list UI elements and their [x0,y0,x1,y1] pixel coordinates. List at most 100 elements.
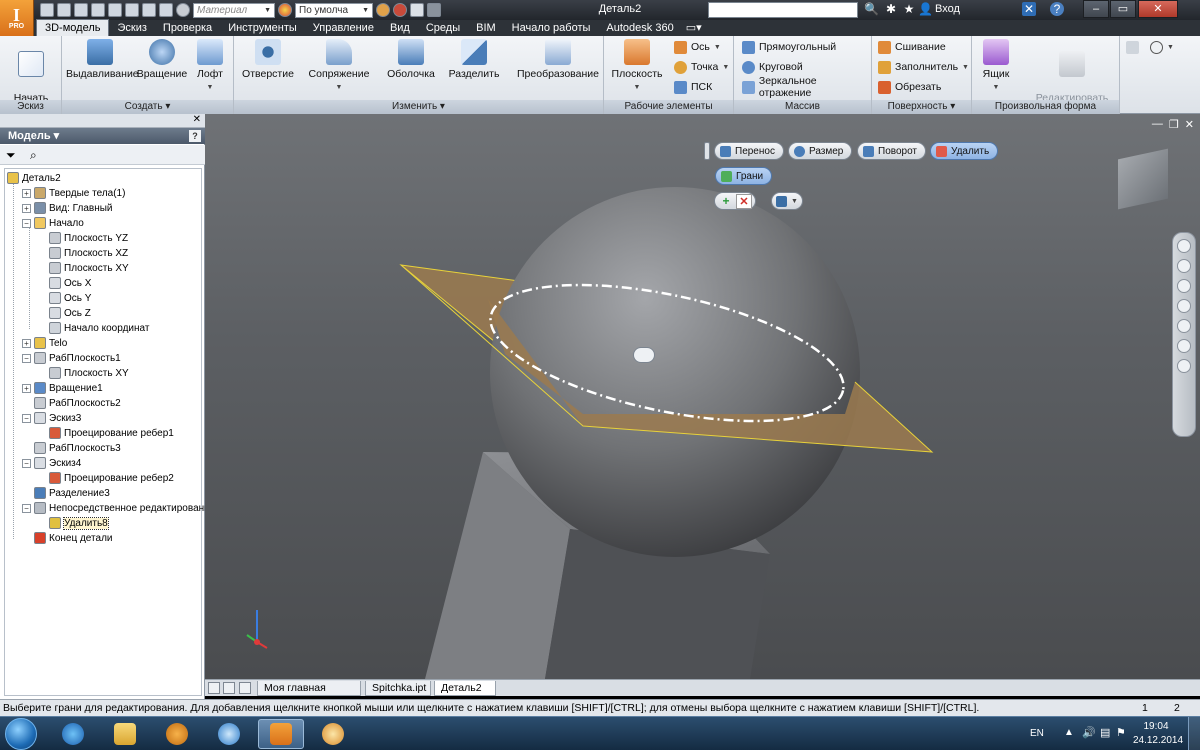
cascade-icon[interactable] [223,682,235,694]
viewcube[interactable] [1118,148,1168,210]
network-icon[interactable]: ▤ [1100,726,1110,739]
previous-view-icon[interactable] [1177,359,1191,373]
zoom-icon[interactable] [1177,279,1191,293]
tree-node[interactable]: + Telo [22,336,67,350]
rect-pattern-button[interactable]: Прямоугольный [742,39,836,55]
redo-icon[interactable] [108,3,122,17]
tools-icon[interactable]: ✱ [884,2,898,16]
help-icon[interactable]: ? [189,130,201,142]
zoom-window-icon[interactable] [1177,339,1191,353]
tab-bim[interactable]: BIM [468,20,504,36]
tree-node[interactable]: + Твердые тела(1) [22,186,125,200]
plane-button[interactable]: Плоскость ▼ [608,39,666,94]
tree-node[interactable]: Плоскость YZ [37,231,128,245]
tree-node[interactable]: Ось Z [37,306,91,320]
revolve-button[interactable]: Вращение [136,39,188,80]
ucs-button[interactable]: ПСК [674,79,712,95]
open-icon[interactable] [57,3,71,17]
tab-3d-model[interactable]: 3D-модель [36,19,110,36]
split-button[interactable]: Разделить [446,39,502,80]
options-menu-button[interactable]: ▼ [771,192,803,210]
tree-expander-icon[interactable]: − [22,413,31,423]
fx-icon[interactable] [410,3,424,17]
taskbar-inventor[interactable] [258,719,304,749]
hole-button[interactable]: Отверстие [240,39,296,80]
binoculars-icon[interactable]: ⌕ [30,148,37,163]
tree-node[interactable]: − РабПлоскость1 [22,351,121,365]
clear-appearance-icon[interactable] [376,3,390,17]
tree-node[interactable]: Плоскость XY [37,261,129,275]
stitch-button[interactable]: Сшивание [878,39,946,55]
shell-button[interactable]: Оболочка [382,39,440,80]
material-icon[interactable] [176,3,190,17]
browser-title[interactable]: Модель ▾ ? [0,128,205,144]
help-search-input[interactable] [708,2,858,18]
fillet-button[interactable]: Сопряжение ▼ [306,39,372,94]
tab-sketch[interactable]: Эскиз [109,20,154,36]
taskbar-ie[interactable] [50,719,96,749]
tree-node[interactable]: Начало координат [37,321,149,335]
tab-manage[interactable]: Управление [305,20,382,36]
tree-expander-icon[interactable]: − [22,458,31,468]
tree-node[interactable]: Плоскость XY [37,366,129,380]
tree-expander-icon[interactable]: + [22,188,31,198]
tree-expander-icon[interactable]: − [22,503,31,513]
tab-tools[interactable]: Инструменты [220,20,305,36]
help-icon[interactable]: ? [1050,2,1064,16]
clock-time[interactable]: 19:04 [1136,721,1176,732]
exchange-icon[interactable]: ✕ [1022,2,1036,16]
binoculars-icon[interactable]: 🔍 [864,2,879,16]
taskbar-paint[interactable] [310,719,356,749]
transform-button[interactable]: Преобразование [516,39,600,80]
delete-button[interactable]: Удалить [930,142,999,160]
taskbar-browser[interactable] [206,719,252,749]
favorites-icon[interactable]: ★ [902,2,916,16]
tab-get-started[interactable]: Начало работы [504,20,599,36]
ribbon-minimize-icon[interactable]: ▭▾ [682,20,706,36]
box-button[interactable]: Ящик ▼ [978,39,1014,94]
adjust-icon[interactable] [393,3,407,17]
tree-node[interactable]: Проецирование ребер2 [37,471,174,485]
mirror-button[interactable]: Зеркальное отражение [742,75,871,99]
tree-node[interactable]: Деталь2 [7,171,61,185]
tree-node[interactable]: + Вращение1 [22,381,103,395]
volume-icon[interactable]: 🔊 [1082,726,1096,739]
tree-node[interactable]: − Эскиз4 [22,456,81,470]
tree-expander-icon[interactable]: + [22,338,31,348]
taskbar-media-player[interactable] [154,719,200,749]
tree-expander-icon[interactable]: + [22,203,31,213]
faces-button[interactable]: Грани [715,167,773,185]
size-button[interactable]: Размер [788,142,853,160]
tree-node[interactable]: Конец детали [22,531,113,545]
tree-node[interactable]: Плоскость XZ [37,246,128,260]
patch-button[interactable]: Заполнитель ▼ [878,59,969,75]
trim-button[interactable]: Обрезать [878,79,941,95]
orbit-icon[interactable] [1177,299,1191,313]
steering-wheel-icon[interactable] [1177,239,1191,253]
doc-tab-detail2[interactable]: Деталь2 ⊠ [434,681,496,707]
tab-inspect[interactable]: Проверка [155,20,220,36]
cancel-icon[interactable]: ✕ [736,193,752,209]
taskbar-explorer[interactable] [102,719,148,749]
application-menu-button[interactable]: I PRO [0,0,34,36]
tree-node[interactable]: + Вид: Главный [22,201,113,215]
graphics-viewport[interactable]: — ❐ ✕ Перенос Размер Поворот Удалить Гра… [205,114,1200,679]
tray-arrow-icon[interactable]: ▲ [1064,727,1074,738]
loft-button[interactable]: Лофт ▼ [192,39,228,94]
tree-node[interactable]: Удалить8 [37,516,109,530]
close-button[interactable]: ✕ [1138,0,1178,18]
tree-node[interactable]: Проецирование ребер1 [37,426,174,440]
doc-tab-spitchka[interactable]: Spitchka.ipt [365,681,431,696]
look-at-icon[interactable] [1177,319,1191,333]
close-icon[interactable]: ✕ [1185,118,1194,131]
tab-view[interactable]: Вид [382,20,418,36]
minimize-icon[interactable]: — [1152,118,1163,131]
delete-glyph-icon[interactable] [633,347,655,363]
update-icon[interactable] [142,3,156,17]
model-canvas[interactable] [205,114,1200,679]
tab-autodesk-360[interactable]: Autodesk 360 [598,20,681,36]
tree-node[interactable]: Ось Y [37,291,91,305]
tile-icon[interactable] [208,682,220,694]
start-button[interactable] [5,718,37,750]
pan-icon[interactable] [1177,259,1191,273]
